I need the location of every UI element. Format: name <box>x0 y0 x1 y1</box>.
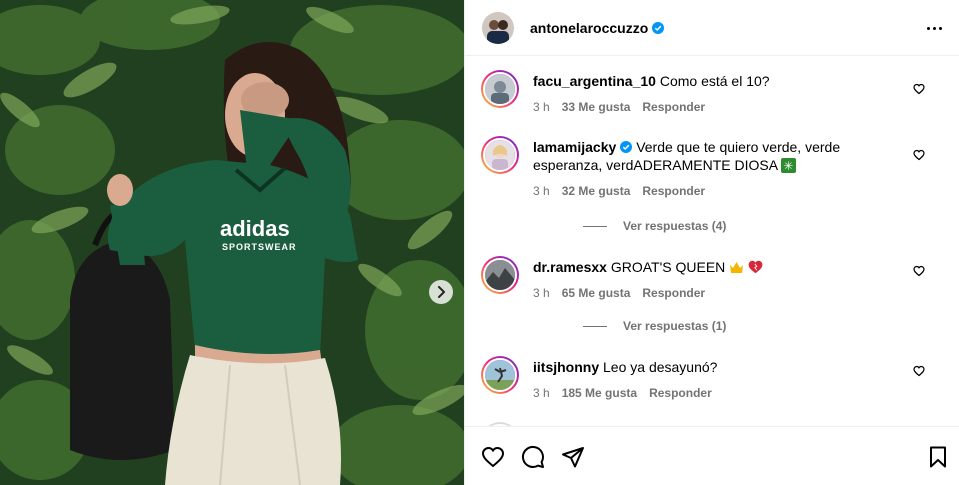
more-icon <box>926 26 930 30</box>
verified-icon <box>620 141 633 153</box>
jersey-logo-sub: SPORTSWEAR <box>222 242 297 252</box>
verified-icon <box>652 21 665 34</box>
heart-icon[interactable] <box>913 83 925 95</box>
share-icon[interactable] <box>561 445 585 469</box>
view-replies-label: Ver respuestas (1) <box>623 319 727 333</box>
comment-text: GROAT'S QUEEN <box>610 259 726 275</box>
jersey-logo: adidas <box>220 216 290 241</box>
heart-icon[interactable] <box>481 445 505 469</box>
view-replies-button[interactable]: Ver respuestas (4) <box>583 219 726 233</box>
comment-time[interactable]: 3 h <box>533 100 550 114</box>
author-avatar[interactable] <box>482 11 514 44</box>
post-modal: adidas SPORTSWEAR antonelaroccuzzo facu_… <box>0 0 959 485</box>
comment-likes[interactable]: 185 Me gusta <box>562 386 637 400</box>
view-replies-label: Ver respuestas (4) <box>623 219 727 233</box>
comment-time[interactable]: 3 h <box>533 286 550 300</box>
comment-likes[interactable]: 32 Me gusta <box>562 184 631 198</box>
comment-time[interactable]: 3 h <box>533 184 550 198</box>
crown-emoji-icon <box>730 262 744 273</box>
reply-button[interactable]: Responder <box>642 100 705 114</box>
view-replies-button[interactable]: Ver respuestas (1) <box>583 319 726 333</box>
chevron-right-icon <box>438 286 445 298</box>
comment-username[interactable]: facu_argentina_10 <box>533 73 656 89</box>
comment-icon[interactable] <box>521 445 545 469</box>
commenter-avatar[interactable] <box>481 136 519 174</box>
post-actions-bar <box>465 426 959 485</box>
comment-likes[interactable]: 65 Me gusta <box>562 286 631 300</box>
reply-button[interactable]: Responder <box>642 286 705 300</box>
heart-icon[interactable] <box>913 265 925 277</box>
post-side-panel: antonelaroccuzzo facu_argentina_10 Como … <box>464 0 959 485</box>
reply-button[interactable]: Responder <box>642 184 705 198</box>
comment-meta: 3 h 185 Me gusta Responder <box>533 386 724 400</box>
more-icon-dot <box>938 26 942 30</box>
comment-meta: 3 h 33 Me gusta Responder <box>533 100 717 114</box>
comment-text-block: facu_argentina_10 Como está el 10? <box>533 72 913 90</box>
commenter-avatar[interactable] <box>481 256 519 294</box>
post-photo: adidas SPORTSWEAR <box>0 0 464 485</box>
post-media[interactable]: adidas SPORTSWEAR <box>0 0 464 485</box>
replies-line <box>583 225 607 227</box>
comment-likes[interactable]: 33 Me gusta <box>562 100 631 114</box>
reply-button[interactable]: Responder <box>649 386 712 400</box>
replies-line <box>583 325 607 327</box>
comment-text-block: lamamijacky Verde que te quiero verde, v… <box>533 138 913 175</box>
comment-meta: 3 h 32 Me gusta Responder <box>533 184 717 198</box>
author-username[interactable]: antonelaroccuzzo <box>530 20 648 36</box>
sparkle-emoji-icon <box>781 157 797 175</box>
more-options-button[interactable] <box>922 16 946 40</box>
heart-emoji-icon <box>748 260 763 274</box>
comment-username[interactable]: iitsjhonny <box>533 359 599 375</box>
comment-username[interactable]: dr.ramesxx <box>533 259 607 275</box>
comment-time[interactable]: 3 h <box>533 386 550 400</box>
post-header: antonelaroccuzzo <box>465 0 959 56</box>
comment-text: Como está el 10? <box>659 73 770 89</box>
commenter-avatar[interactable] <box>481 356 519 394</box>
heart-icon[interactable] <box>913 365 925 377</box>
commenter-avatar[interactable] <box>481 70 519 108</box>
heart-icon[interactable] <box>913 149 925 161</box>
comment-meta: 3 h 65 Me gusta Responder <box>533 286 717 300</box>
next-image-button[interactable] <box>429 280 453 304</box>
more-icon-dot <box>932 26 936 30</box>
comment-text-block: iitsjhonny Leo ya desayunó? <box>533 358 913 376</box>
comments-list[interactable]: facu_argentina_10 Como está el 10? 3 h 3… <box>465 57 959 426</box>
comment-text-block: dr.ramesxx GROAT'S QUEEN <box>533 258 913 276</box>
comment-username[interactable]: lamamijacky <box>533 139 616 155</box>
bookmark-icon[interactable] <box>926 445 950 469</box>
comment-text: Leo ya desayunó? <box>603 359 718 375</box>
